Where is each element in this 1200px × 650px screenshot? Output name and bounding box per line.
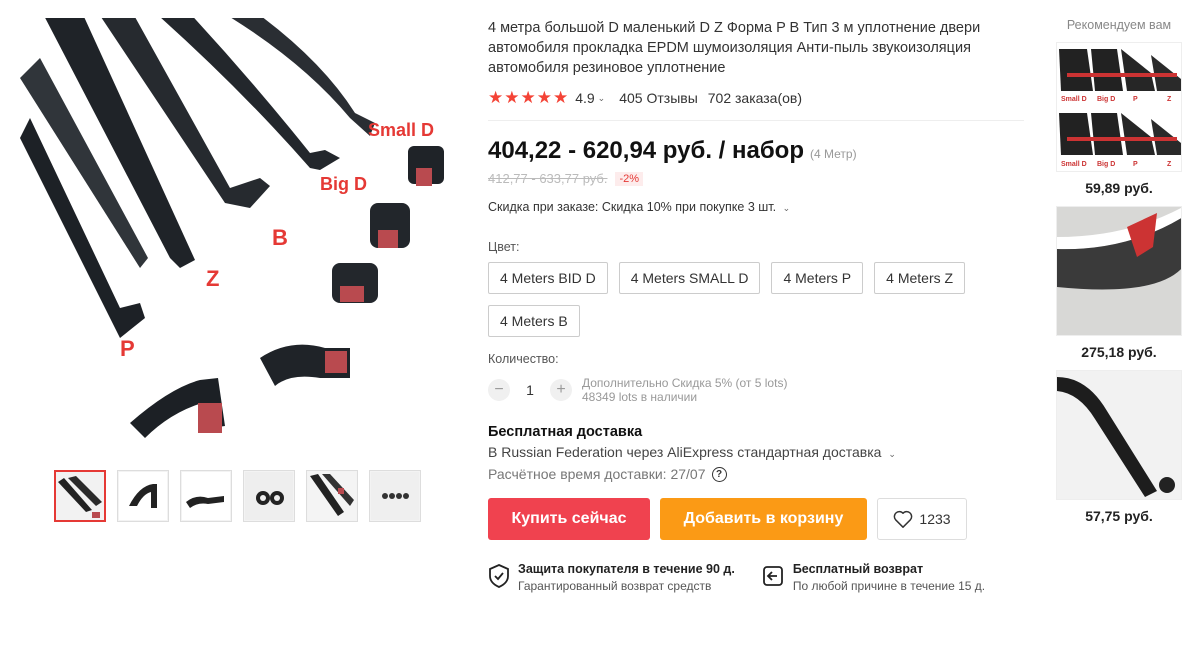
thumbnail-4[interactable]: [243, 470, 295, 522]
quantity-minus-button[interactable]: −: [488, 379, 510, 401]
thumbnail-1[interactable]: [54, 470, 106, 522]
color-option-small-d[interactable]: 4 Meters SMALL D: [618, 262, 761, 294]
quantity-plus-button[interactable]: +: [550, 379, 572, 401]
promo-text: Скидка при заказе: Скидка 10% при покупк…: [488, 200, 777, 214]
svg-text:Z: Z: [1167, 96, 1172, 103]
free-return-title: Бесплатный возврат: [792, 562, 924, 576]
free-return[interactable]: Бесплатный возврат По любой причине в те…: [761, 562, 985, 593]
thumbnail-5[interactable]: [306, 470, 358, 522]
guarantees: Защита покупателя в течение 90 д. Гарант…: [488, 562, 1024, 593]
svg-text:Z: Z: [1167, 161, 1172, 168]
chevron-down-icon: ⌄: [782, 203, 791, 213]
reviews-link[interactable]: 405 Отзывы: [619, 90, 698, 106]
old-price-row: 412,77 - 633,77 руб. -2%: [488, 171, 1024, 186]
quantity-label: Количество:: [488, 352, 559, 366]
return-icon: [762, 566, 783, 586]
product-info: 4 метра большой D маленький D Z Форма P …: [488, 18, 1024, 593]
chevron-down-icon[interactable]: ⌄: [598, 93, 606, 104]
svg-text:P: P: [1133, 161, 1138, 168]
svg-text:Small D: Small D: [1061, 161, 1087, 168]
delivery-estimate-text: Расчётное время доставки: 27/07: [488, 466, 706, 482]
recommended-item-image[interactable]: Small D Big D P Z Small D Big D P Z: [1056, 42, 1182, 172]
svg-text:Small D: Small D: [1061, 96, 1087, 103]
free-return-sub: По любой причине в течение 15 д.: [792, 579, 986, 593]
svg-text:Big D: Big D: [1097, 161, 1115, 168]
label-z: Z: [206, 266, 219, 291]
recommended-item[interactable]: Small D Big D P Z Small D Big D P Z 59,8…: [1054, 42, 1184, 196]
action-buttons: Купить сейчас Добавить в корзину 1233: [488, 498, 1024, 540]
buyer-protection[interactable]: Защита покупателя в течение 90 д. Гарант…: [488, 562, 735, 593]
chevron-down-icon: ⌄: [888, 449, 896, 459]
rating-stars-icon: ★★★★★: [488, 88, 570, 107]
price-row: 404,22 - 620,94 руб. / набор (4 Метр): [488, 137, 1024, 165]
shipping-title: Бесплатная доставка: [488, 424, 643, 440]
label-b: B: [272, 225, 288, 250]
recommended-item-price: 275,18 руб.: [1081, 344, 1157, 360]
recommended-item-image[interactable]: [1056, 206, 1182, 336]
recommendations: Рекомендуем вам Small D Big D P Z Small …: [1054, 18, 1184, 524]
main-product-image[interactable]: Small D Big D B Z P: [20, 18, 450, 448]
thumbnail-strip: [54, 470, 421, 522]
shipping-method[interactable]: В Russian Federation через AliExpress ст…: [488, 444, 1024, 460]
color-option-b[interactable]: 4 Meters B: [488, 305, 580, 337]
recommended-item-image[interactable]: [1056, 370, 1182, 500]
product-price: 404,22 - 620,94 руб. / набор: [488, 137, 804, 164]
shield-check-icon: [489, 564, 509, 588]
recommended-item-price: 57,75 руб.: [1085, 508, 1153, 524]
buyer-protection-sub: Гарантированный возврат средств: [518, 579, 712, 593]
quantity-stepper: − 1 + Дополнительно Скидка 5% (от 5 lots…: [488, 376, 1024, 404]
rating-row: ★★★★★ 4.9 ⌄ 405 Отзывы 702 заказа(ов): [488, 88, 1024, 108]
color-options: 4 Meters BID D 4 Meters SMALL D 4 Meters…: [488, 262, 988, 337]
thumbnail-6[interactable]: [369, 470, 421, 522]
quantity-input[interactable]: 1: [510, 382, 550, 398]
extra-discount-text: Дополнительно Скидка 5% (от 5 lots): [582, 376, 788, 390]
label-big-d: Big D: [320, 174, 367, 194]
divider: [488, 120, 1024, 121]
add-to-cart-button[interactable]: Добавить в корзину: [660, 498, 867, 540]
svg-text:Big D: Big D: [1097, 96, 1115, 103]
product-title: 4 метра большой D маленький D Z Форма P …: [488, 20, 981, 76]
label-small-d: Small D: [368, 120, 434, 140]
quantity-info: Дополнительно Скидка 5% (от 5 lots) 4834…: [582, 376, 787, 404]
shipping-method-text: В Russian Federation через AliExpress ст…: [488, 444, 882, 460]
buy-now-button[interactable]: Купить сейчас: [488, 498, 650, 540]
recommendations-title: Рекомендуем вам: [1066, 18, 1172, 32]
recommended-item-price: 59,89 руб.: [1085, 180, 1153, 196]
stock-text: 48349 lots в наличии: [582, 390, 698, 404]
price-unit: (4 Метр): [809, 147, 857, 161]
recommended-item[interactable]: 275,18 руб.: [1054, 206, 1184, 360]
discount-badge: -2%: [615, 171, 644, 186]
wishlist-button[interactable]: 1233: [877, 498, 967, 540]
rating-value[interactable]: 4.9: [575, 90, 594, 106]
promo-discount[interactable]: Скидка при заказе: Скидка 10% при покупк…: [488, 200, 1024, 214]
old-price: 412,77 - 633,77 руб.: [488, 171, 608, 186]
delivery-estimate: Расчётное время доставки: 27/07 ?: [488, 466, 1024, 482]
color-option-p[interactable]: 4 Meters P: [771, 262, 864, 294]
thumbnail-2[interactable]: [117, 470, 169, 522]
thumbnail-3[interactable]: [180, 470, 232, 522]
buyer-protection-title: Защита покупателя в течение 90 д.: [518, 562, 735, 576]
wishlist-count: 1233: [919, 511, 951, 527]
color-option-bid-d[interactable]: 4 Meters BID D: [488, 262, 608, 294]
orders-count: 702 заказа(ов): [707, 90, 803, 106]
color-label: Цвет:: [488, 240, 520, 254]
svg-text:P: P: [1133, 96, 1138, 103]
recommended-item[interactable]: 57,75 руб.: [1054, 370, 1184, 524]
help-icon[interactable]: ?: [711, 466, 727, 482]
label-p: P: [120, 336, 135, 361]
heart-icon: [894, 510, 913, 528]
color-option-z[interactable]: 4 Meters Z: [874, 262, 966, 294]
